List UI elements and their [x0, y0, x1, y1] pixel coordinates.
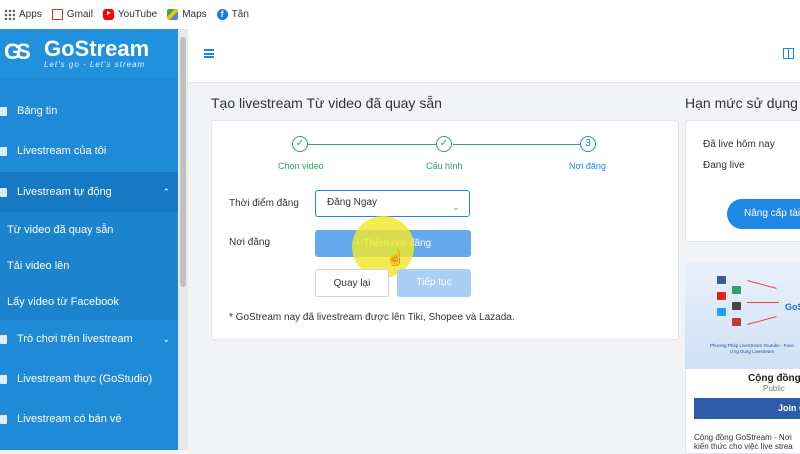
step-3-number: 3 [580, 136, 596, 152]
auto-livestream-icon [0, 187, 7, 197]
brand-slogan: Let's go - Let's stream [44, 60, 146, 69]
destination-label: Nơi đăng [229, 237, 271, 248]
bookmark-apps[interactable]: Apps [4, 9, 42, 20]
sidebar-item-gostudio[interactable]: Livestream thực (GoStudio) [0, 360, 178, 398]
bookmark-youtube[interactable]: YouTube [102, 9, 158, 20]
post-time-value: Đăng Ngay [327, 197, 378, 208]
chevron-down-icon: ⌄ [451, 202, 460, 213]
maps-icon [167, 9, 179, 20]
live-now-label: Đang live [703, 160, 745, 171]
gift-icon[interactable] [783, 48, 794, 59]
sidebar-item-label: Livestream của tôi [17, 145, 107, 157]
platform-note: * GoStream nay đã livestream được lên Ti… [229, 312, 515, 323]
gostream-logo-mark-icon: GS [4, 38, 31, 64]
facebook-icon: f [216, 9, 228, 20]
join-group-button[interactable]: Join G [694, 398, 800, 419]
hand-cursor-icon: ☝ [386, 250, 405, 267]
brand-name: GoStream [44, 36, 150, 61]
sidebar-subitem-from-facebook[interactable]: Lấy video từ Facebook [0, 284, 178, 320]
step-2-check-icon: ✓ [436, 136, 452, 152]
group-name[interactable]: Cộng đồng [748, 373, 800, 384]
back-button[interactable]: Quay lại [315, 269, 389, 297]
sidebar-item-my-livestream[interactable]: Livestream của tôi [0, 132, 178, 170]
youtube-icon [102, 9, 114, 20]
bookmark-label: Tân [231, 9, 249, 20]
bookmark-label: Gmail [66, 9, 93, 20]
sidebar-subitem-upload[interactable]: Tải video lên [0, 248, 178, 284]
bookmarks-bar: Apps Gmail YouTube Maps f Tân [0, 0, 800, 30]
bookmark-maps[interactable]: Maps [167, 9, 207, 20]
sidebar-item-label: Livestream tự động [17, 186, 112, 198]
gostream-logo[interactable]: GS GoStream Let's go - Let's stream [0, 29, 178, 78]
continue-button[interactable]: Tiếp tục [397, 269, 471, 297]
live-today-label: Đã live hôm nay [703, 139, 775, 150]
sidebar-item-auto-livestream[interactable]: Livestream tự động ⌃ [0, 172, 178, 212]
gmail-icon [51, 9, 63, 20]
step-label-destination: Nơi đăng [569, 161, 606, 171]
step-1-check-icon: ✓ [292, 136, 308, 152]
livestream-icon [0, 146, 7, 156]
sidebar-item-ticketed[interactable]: Livestream có bán vé [0, 400, 178, 438]
chevron-down-icon: ⌄ [162, 333, 170, 344]
sidebar-item-label: Bảng tin [17, 105, 58, 117]
upgrade-button[interactable]: Nâng cấp tài [727, 199, 800, 229]
sidebar-item-label: Trò chơi trên livestream [17, 333, 133, 345]
sidebar-item-label: Từ video đã quay sẵn [7, 224, 114, 236]
apps-grid-icon [4, 9, 15, 20]
scrollbar-thumb[interactable] [180, 37, 186, 287]
games-icon [0, 334, 7, 344]
ticket-icon [0, 414, 7, 424]
sidebar-item-label: Livestream thực (GoStudio) [17, 373, 153, 385]
group-visibility: Public [763, 384, 785, 393]
stepper-connector [308, 144, 437, 145]
step-label-config: Cấu hình [426, 161, 463, 171]
post-time-label: Thời điểm đăng [229, 198, 299, 209]
bookmark-gmail[interactable]: Gmail [51, 9, 93, 20]
bookmark-facebook[interactable]: f Tân [216, 9, 249, 20]
bookmark-label: Apps [19, 9, 42, 20]
dashboard-icon [0, 106, 7, 116]
gostudio-icon [0, 374, 7, 384]
sidebar: GS GoStream Let's go - Let's stream Bảng… [0, 29, 178, 450]
sidebar-item-label: Livestream có bán vé [17, 413, 122, 425]
group-description: Cộng đồng GoStream - Nơi kiến thức cho v… [694, 433, 793, 451]
sidebar-item-dashboard[interactable]: Bảng tin [0, 92, 178, 130]
bookmark-label: Maps [182, 9, 207, 20]
page-title: Tạo livestream Từ video đã quay sẵn [211, 95, 442, 111]
quota-title: Hạn mức sử dụng [685, 95, 798, 111]
bookmark-label: YouTube [117, 9, 158, 20]
sidebar-scrollbar[interactable] [178, 29, 188, 450]
post-time-select[interactable]: Đăng Ngay ⌄ [315, 190, 470, 217]
top-header [188, 29, 800, 83]
banner-brand-text: GoS [785, 302, 800, 312]
hamburger-menu-icon[interactable] [204, 49, 214, 58]
step-label-choose-video: Chọn video [278, 161, 324, 171]
stepper-connector [453, 144, 580, 145]
chevron-up-icon: ⌃ [162, 186, 170, 197]
sidebar-item-games[interactable]: Trò chơi trên livestream ⌄ [0, 320, 178, 358]
sidebar-item-label: Tải video lên [7, 260, 70, 272]
banner-caption: Phương Pháp LiveStream Youtube - Face Ứn… [710, 343, 794, 354]
sidebar-subitem-prerecorded[interactable]: Từ video đã quay sẵn [0, 212, 178, 248]
sidebar-item-label: Lấy video từ Facebook [7, 296, 119, 308]
